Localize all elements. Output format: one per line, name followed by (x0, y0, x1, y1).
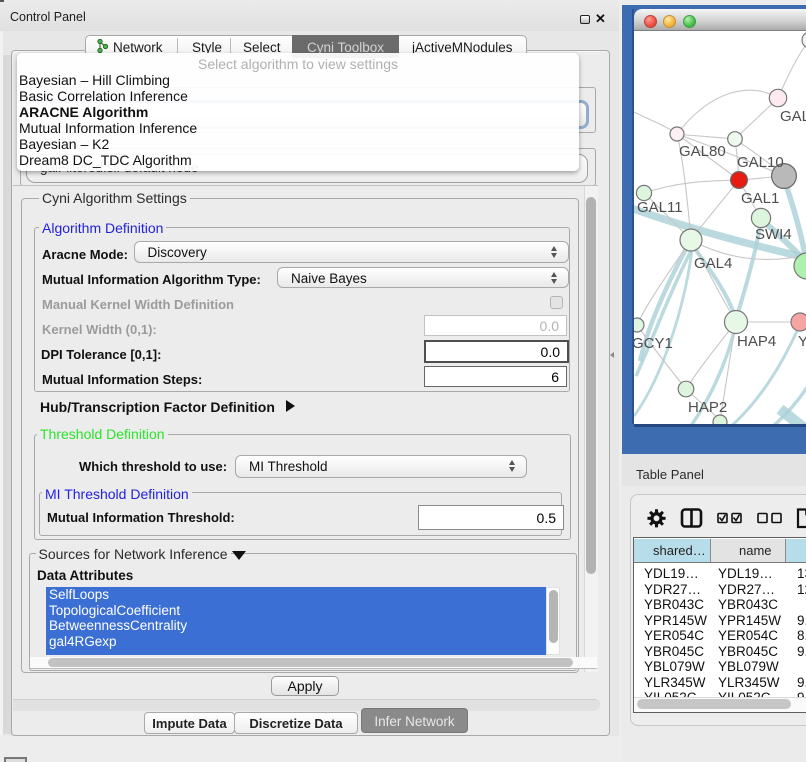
svg-text:SWI4: SWI4 (755, 226, 792, 243)
svg-text:GAL11: GAL11 (637, 199, 683, 216)
svg-text:GAL80: GAL80 (679, 143, 726, 160)
svg-text:Y: Y (798, 333, 806, 350)
svg-text:GAL10: GAL10 (737, 154, 784, 171)
svg-text:GAL4: GAL4 (694, 255, 732, 272)
svg-text:GAL1: GAL1 (741, 190, 779, 207)
svg-text:HAP2: HAP2 (688, 399, 727, 416)
svg-text:HAP4: HAP4 (737, 333, 776, 350)
svg-text:GAL: GAL (780, 108, 806, 125)
svg-text:GCY1: GCY1 (634, 335, 673, 352)
